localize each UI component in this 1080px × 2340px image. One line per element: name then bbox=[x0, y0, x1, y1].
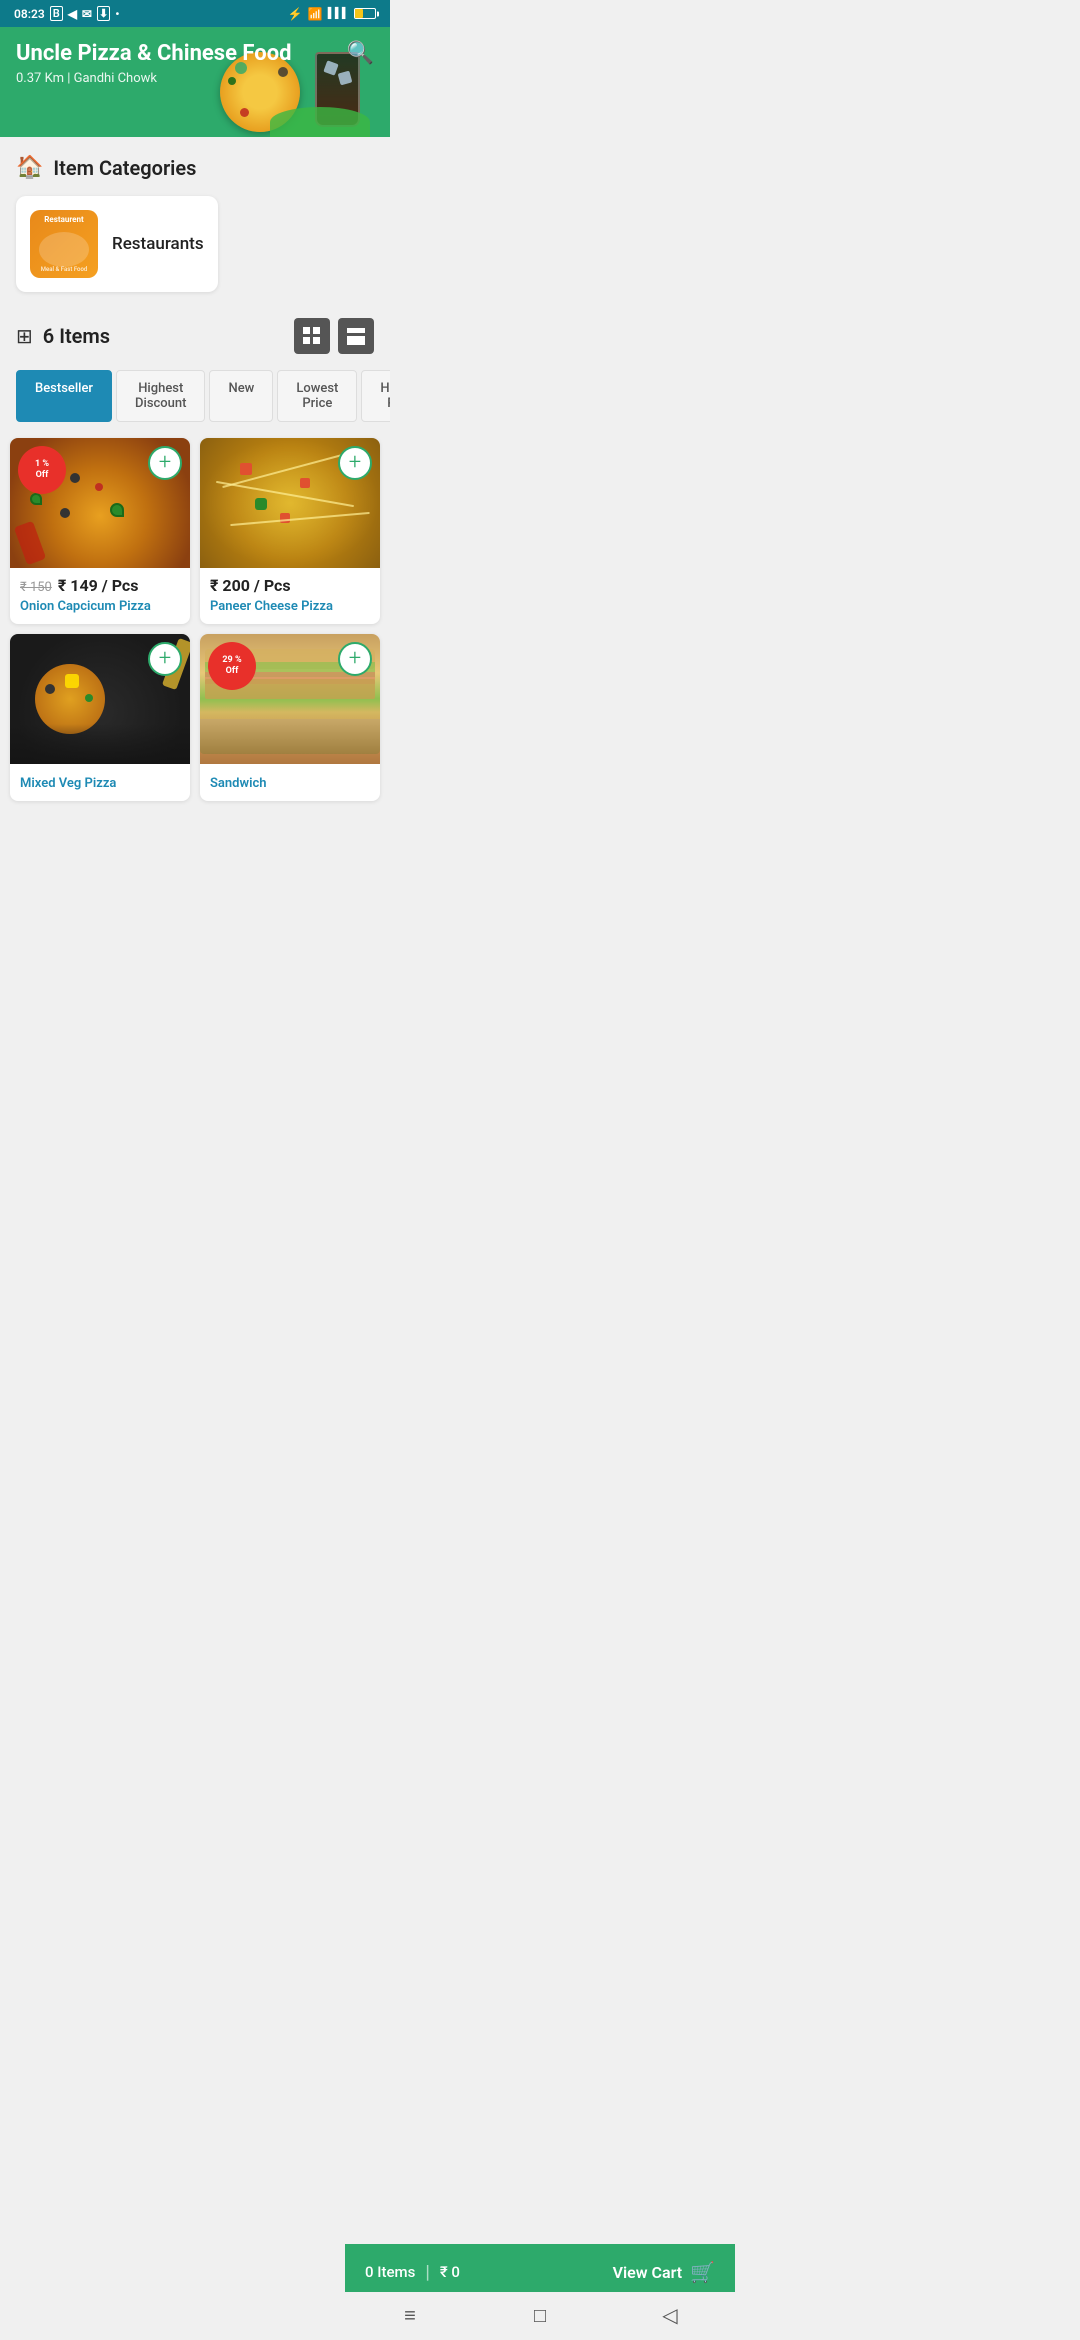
product-name-4: Sandwich bbox=[210, 776, 370, 791]
category-icon-label: Restaurent bbox=[44, 215, 83, 225]
food-bowls-decoration bbox=[39, 232, 89, 267]
products-grid: 1 %Off + ₹ 150 ₹ 149 / Pcs Onion Capcicu… bbox=[0, 428, 390, 811]
view-cart-button[interactable]: View Cart 🛒 bbox=[613, 2260, 715, 2284]
menu-icon: ≡ bbox=[404, 2303, 416, 2328]
wifi-icon: 📶 bbox=[308, 7, 323, 21]
product-card-1[interactable]: 1 %Off + ₹ 150 ₹ 149 / Pcs Onion Capcicu… bbox=[10, 438, 190, 624]
status-left: 08:23 B ◀ ✉ ⬇ • bbox=[14, 6, 119, 21]
list-view-button[interactable] bbox=[338, 318, 374, 354]
add-button-1[interactable]: + bbox=[148, 446, 182, 480]
product-info-2: ₹ 200 / Pcs Paneer Cheese Pizza bbox=[200, 568, 380, 624]
home-nav-icon: □ bbox=[534, 2303, 546, 2328]
items-header: ⊞ 6 Items bbox=[0, 308, 390, 364]
grid-view-button[interactable] bbox=[294, 318, 330, 354]
battery-icon bbox=[354, 8, 376, 19]
product-image-2: + bbox=[200, 438, 380, 568]
time-display: 08:23 bbox=[14, 7, 45, 21]
filter-tab-highest-discount[interactable]: HighestDiscount bbox=[116, 370, 205, 422]
product-card-3[interactable]: + Mixed Veg Pizza bbox=[10, 634, 190, 801]
bottom-nav: ≡ □ ◁ bbox=[345, 2292, 735, 2340]
product-name-2: Paneer Cheese Pizza bbox=[210, 599, 370, 614]
price-current-2: ₹ 200 / Pcs bbox=[210, 576, 291, 595]
cart-divider: | bbox=[425, 2262, 429, 2283]
product-info-4: Sandwich bbox=[200, 764, 380, 801]
restaurant-subtitle: 0.37 Km | Gandhi Chowk bbox=[16, 71, 374, 86]
location-icon: ◀ bbox=[68, 7, 77, 21]
product-image-4: 29 %Off + bbox=[200, 634, 380, 764]
items-count-row: ⊞ 6 Items bbox=[16, 324, 110, 348]
product-card-2[interactable]: + ₹ 200 / Pcs Paneer Cheese Pizza bbox=[200, 438, 380, 624]
dot-indicator: • bbox=[115, 7, 119, 21]
restaurant-title: Uncle Pizza & Chinese Food bbox=[16, 41, 374, 67]
price-current-1: ₹ 149 / Pcs bbox=[58, 576, 139, 595]
header-content: Uncle Pizza & Chinese Food 0.37 Km | Gan… bbox=[16, 41, 374, 86]
product-price-row-2: ₹ 200 / Pcs bbox=[210, 576, 370, 595]
signal-icon: ▌▌▌ bbox=[328, 8, 349, 19]
product-card-4[interactable]: 29 %Off + Sandwich bbox=[200, 634, 380, 801]
product-image-1: 1 %Off + bbox=[10, 438, 190, 568]
view-cart-label: View Cart bbox=[613, 2263, 683, 2282]
search-button[interactable]: 🔍 bbox=[347, 41, 374, 66]
filter-tab-bestseller[interactable]: Bestseller bbox=[16, 370, 112, 422]
header-banner: Uncle Pizza & Chinese Food 0.37 Km | Gan… bbox=[0, 27, 390, 137]
add-button-4[interactable]: + bbox=[338, 642, 372, 676]
status-bar: 08:23 B ◀ ✉ ⬇ • ⚡ 📶 ▌▌▌ bbox=[0, 0, 390, 27]
cart-item-count: 0 Items bbox=[365, 2263, 415, 2281]
category-name: Restaurants bbox=[112, 234, 204, 254]
add-button-2[interactable]: + bbox=[338, 446, 372, 480]
categories-list: Restaurent Meal & Fast Food Restaurants bbox=[0, 190, 390, 308]
filter-tabs: Bestseller HighestDiscount New LowestPri… bbox=[0, 364, 390, 428]
category-card-restaurants[interactable]: Restaurent Meal & Fast Food Restaurants bbox=[16, 196, 218, 292]
mail-icon: ✉ bbox=[82, 7, 92, 21]
product-info-1: ₹ 150 ₹ 149 / Pcs Onion Capcicum Pizza bbox=[10, 568, 190, 624]
category-icon-box: Restaurent Meal & Fast Food bbox=[30, 210, 98, 278]
filter-tab-highest-price[interactable]: Hig...P... bbox=[361, 370, 390, 422]
back-nav-button[interactable]: ◁ bbox=[650, 2300, 690, 2330]
price-original-1: ₹ 150 bbox=[20, 580, 52, 595]
cart-left: 0 Items | ₹ 0 bbox=[365, 2262, 460, 2283]
download-icon: ⬇ bbox=[97, 6, 110, 21]
battery-fill bbox=[355, 9, 363, 18]
discount-badge-1: 1 %Off bbox=[18, 446, 66, 494]
menu-nav-button[interactable]: ≡ bbox=[390, 2300, 430, 2330]
bluetooth-icon: ⚡ bbox=[288, 7, 303, 21]
filter-tab-lowest-price[interactable]: LowestPrice bbox=[277, 370, 357, 422]
cart-price: ₹ 0 bbox=[440, 2263, 460, 2281]
item-categories-header: 🏠 Item Categories bbox=[0, 137, 390, 190]
product-info-3: Mixed Veg Pizza bbox=[10, 764, 190, 801]
back-icon: ◁ bbox=[662, 2303, 677, 2327]
status-right: ⚡ 📶 ▌▌▌ bbox=[288, 7, 376, 21]
home-icon: 🏠 bbox=[16, 155, 43, 180]
product-name-3: Mixed Veg Pizza bbox=[20, 776, 180, 791]
view-toggle bbox=[294, 318, 374, 354]
grid-icon: ⊞ bbox=[16, 324, 33, 348]
main-content: 🏠 Item Categories Restaurent Meal & Fast… bbox=[0, 137, 390, 891]
product-image-3: + bbox=[10, 634, 190, 764]
filter-tab-new[interactable]: New bbox=[209, 370, 273, 422]
home-nav-button[interactable]: □ bbox=[520, 2300, 560, 2330]
items-count: 6 Items bbox=[43, 324, 110, 348]
category-icon-sub: Meal & Fast Food bbox=[41, 266, 88, 273]
discount-badge-4: 29 %Off bbox=[208, 642, 256, 690]
block-b-icon: B bbox=[50, 6, 63, 21]
lettuce-decoration bbox=[270, 107, 370, 137]
product-name-1: Onion Capcicum Pizza bbox=[20, 599, 180, 614]
add-button-3[interactable]: + bbox=[148, 642, 182, 676]
cart-basket-icon: 🛒 bbox=[690, 2260, 715, 2284]
section-title: Item Categories bbox=[53, 156, 196, 180]
product-price-row-1: ₹ 150 ₹ 149 / Pcs bbox=[20, 576, 180, 595]
